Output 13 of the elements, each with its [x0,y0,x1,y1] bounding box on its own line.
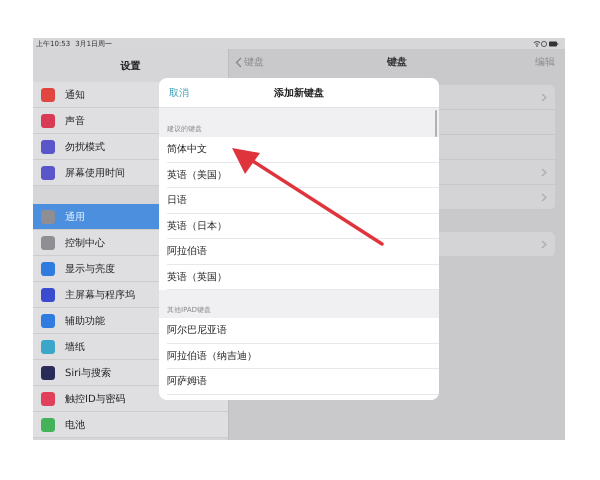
keyboard-list-item[interactable]: 阿拉伯语 [167,239,439,264]
dialog-title: 添加新键盘 [274,86,324,100]
keyboard-list-item[interactable]: 阿拉伯语（纳吉迪） [167,344,439,369]
keyboard-list-item[interactable]: 日语 [167,188,439,214]
page-title: 键盘 [387,56,407,69]
keyboard-list-item[interactable]: 阿尔巴尼亚语 [167,318,439,344]
status-icons [533,40,559,48]
sidebar-item[interactable]: 电池 [33,412,228,438]
keyboard-list-item[interactable]: 阿萨姆语 [167,369,439,394]
chevron-left-icon [235,56,242,68]
sidebar-title: 设置 [119,60,142,74]
scroll-indicator [435,110,437,137]
keyboard-list-item[interactable]: 英语（日本） [167,214,439,239]
